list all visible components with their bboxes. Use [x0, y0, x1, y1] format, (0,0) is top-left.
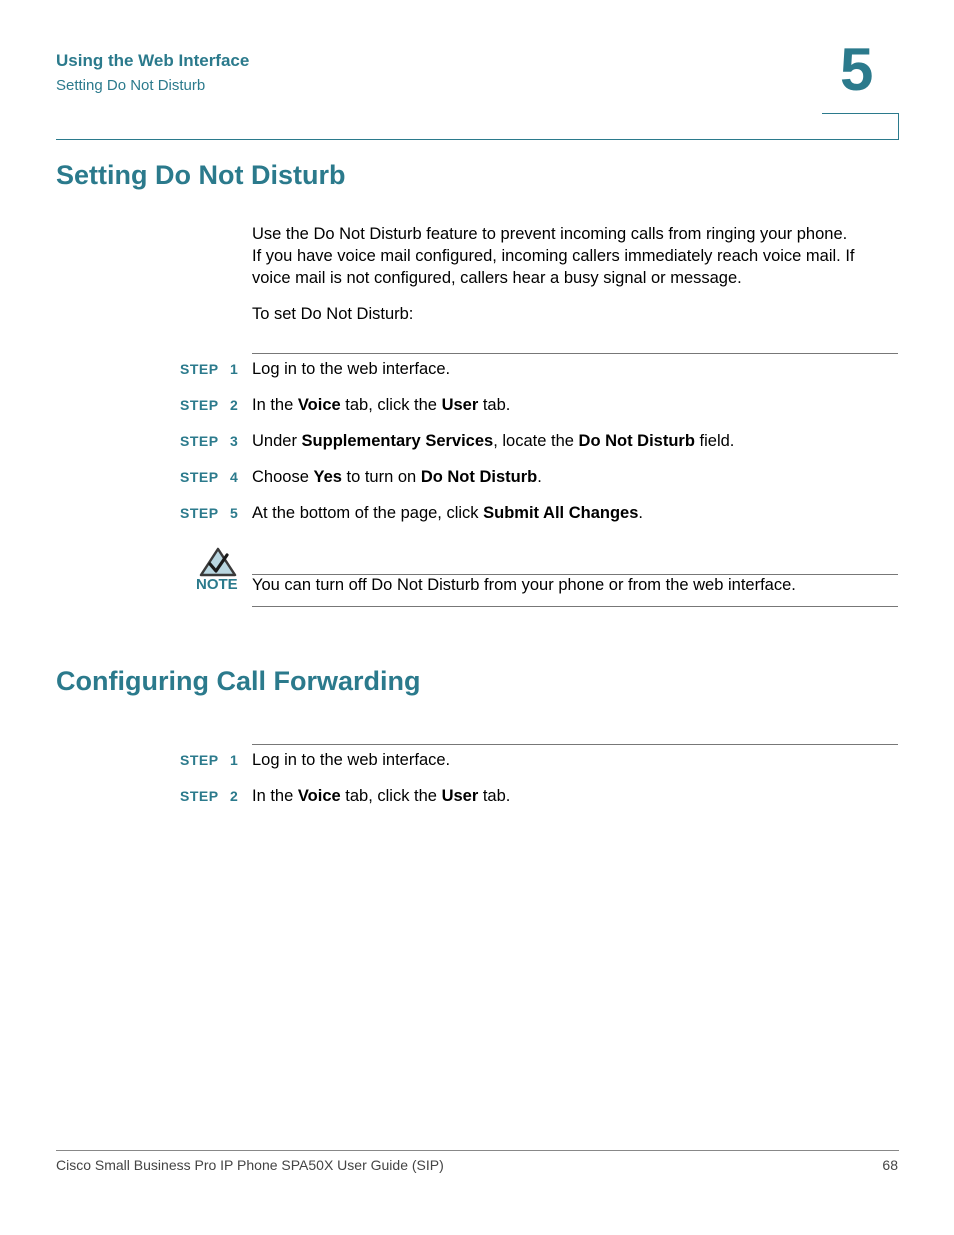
step-text-emphasis: Do Not Disturb [420, 468, 538, 486]
section-heading-call-forwarding: Configuring Call Forwarding [56, 666, 421, 696]
step-text-part: Choose [252, 468, 314, 486]
step-text-emphasis: Supplementary Services [301, 432, 494, 450]
step-row: STEP 2 In the Voice tab, click the User ta… [180, 394, 900, 416]
step-text-emphasis: Submit All Changes [483, 504, 639, 522]
checkmark-triangle-icon [199, 547, 237, 577]
note-label: NOTE [196, 576, 238, 593]
step-number: 5 [230, 505, 238, 521]
step-label: STEP [180, 469, 219, 485]
step-number: 3 [230, 433, 238, 449]
intro-line: If you have voice mail configured, incom… [252, 247, 855, 265]
step-row: STEP 3 Under Supplementary Services, locat… [180, 430, 900, 452]
step-number: 1 [230, 752, 238, 768]
step-text-part: tab. [478, 787, 511, 805]
footer-guide-title: Cisco Small Business Pro IP Phone SPA50X… [56, 1157, 444, 1173]
step-text-part: In the [252, 787, 298, 805]
step-text: In the Voice tab, click the User tab. [252, 394, 510, 416]
step-row: STEP 1 Log in to the web interface. [180, 358, 900, 380]
step-label: STEP [180, 505, 219, 521]
section-subtitle: Setting Do Not Disturb [56, 77, 206, 94]
section-heading-dnd: Setting Do Not Disturb [56, 160, 346, 190]
step-text-emphasis: User [441, 396, 479, 414]
steps-divider [252, 353, 898, 354]
step-text-part: tab, click the [340, 396, 442, 414]
page-number: 68 [882, 1157, 898, 1173]
step-label: STEP [180, 397, 219, 413]
step-text-part: tab, click the [340, 787, 442, 805]
step-text-part: tab. [478, 396, 511, 414]
step-text: At the bottom of the page, click Submit … [252, 502, 643, 524]
step-label: STEP [180, 433, 219, 449]
step-number: 4 [230, 469, 238, 485]
steps-divider [252, 744, 898, 745]
step-text: Under Supplementary Services, locate the… [252, 430, 734, 452]
step-text-emphasis: Yes [313, 468, 342, 486]
chapter-title: Using the Web Interface [56, 51, 250, 70]
step-text-part: field. [694, 432, 735, 450]
step-text-part: to turn on [341, 468, 421, 486]
step-text: Choose Yes to turn on Do Not Disturb. [252, 466, 542, 488]
step-text-emphasis: User [441, 787, 479, 805]
note-text: You can turn off Do Not Disturb from you… [252, 576, 796, 594]
step-text-emphasis: Voice [297, 787, 341, 805]
step-label: STEP [180, 788, 219, 804]
chapter-number: 5 [840, 36, 874, 103]
step-text-part: Under [252, 432, 302, 450]
chapter-box-decoration [822, 113, 899, 140]
step-text-emphasis: Voice [297, 396, 341, 414]
step-label: STEP [180, 752, 219, 768]
step-text-part: Log in to the web interface. [252, 751, 451, 769]
step-row: STEP 2 In the Voice tab, click the User ta… [180, 785, 900, 807]
step-label: STEP [180, 361, 219, 377]
step-text-part: . [638, 504, 643, 522]
step-text-part: Log in to the web interface. [252, 360, 451, 378]
step-text-part: . [537, 468, 542, 486]
footer-divider [56, 1150, 899, 1151]
intro-paragraph: Use the Do Not Disturb feature to preven… [252, 223, 902, 289]
intro-line: voice mail is not configured, callers he… [252, 269, 742, 287]
step-text: Log in to the web interface. [252, 358, 450, 380]
step-text-part: At the bottom of the page, click [252, 504, 484, 522]
header-divider [56, 139, 899, 140]
step-number: 2 [230, 788, 238, 804]
step-row: STEP 4 Choose Yes to turn on Do Not Distur… [180, 466, 900, 488]
step-row: STEP 5 At the bottom of the page, click Su… [180, 502, 900, 524]
step-row: STEP 1 Log in to the web interface. [180, 749, 900, 771]
step-text-part: , locate the [493, 432, 579, 450]
step-number: 1 [230, 361, 238, 377]
step-number: 2 [230, 397, 238, 413]
intro-line: Use the Do Not Disturb feature to preven… [252, 225, 848, 243]
step-text: In the Voice tab, click the User tab. [252, 785, 510, 807]
note-bottom-divider [252, 606, 898, 607]
step-text-emphasis: Do Not Disturb [578, 432, 695, 450]
step-text: Log in to the web interface. [252, 749, 450, 771]
step-text-part: In the [252, 396, 298, 414]
lead-in-text: To set Do Not Disturb: [252, 305, 414, 323]
